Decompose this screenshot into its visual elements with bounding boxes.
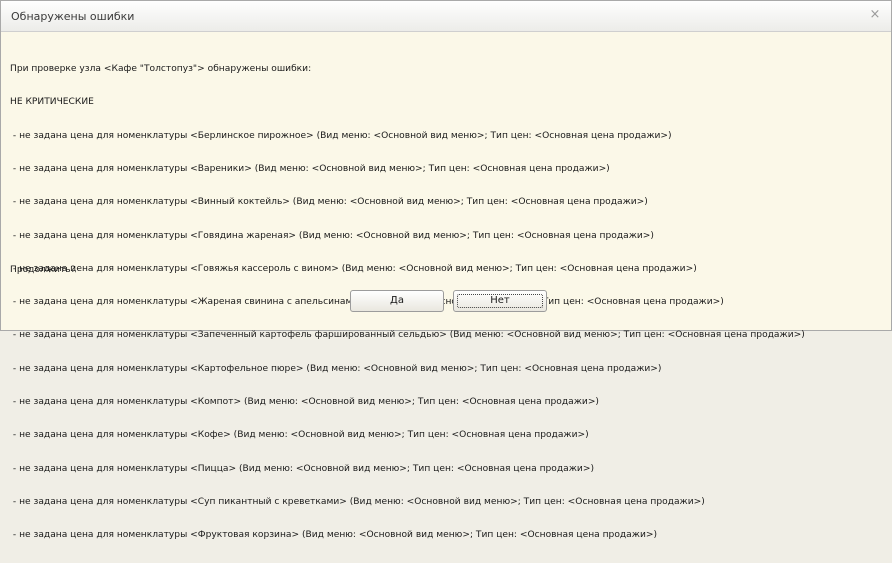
error-line: - не задана цена для номенклатуры <Кофе>… — [10, 430, 589, 441]
error-line: - не задана цена для номенклатуры <Жарен… — [12, 297, 724, 308]
close-icon[interactable]: × — [867, 7, 883, 23]
no-button-label: Нет — [490, 295, 510, 306]
error-line: - не задана цена для номенклатуры <Фрукт… — [10, 530, 658, 541]
error-dialog: Обнаружены ошибки × При проверке узла <К… — [0, 0, 892, 540]
dialog-titlebar[interactable]: Обнаружены ошибки × — [1, 1, 891, 32]
continue-question: Продолжить? — [10, 265, 76, 275]
error-line: - не задана цена для номенклатуры <Винны… — [10, 197, 648, 208]
yes-button[interactable]: Да — [350, 290, 444, 312]
error-category: НЕ КРИТИЧЕСКИЕ — [10, 97, 94, 108]
message-header: При проверке узла <Кафе "Толстопуз"> обн… — [10, 64, 312, 75]
error-line: - не задана цена для номенклатуры <Берли… — [10, 130, 672, 141]
dialog-title: Обнаружены ошибки — [11, 10, 135, 23]
error-line: - не задана цена для номенклатуры <Говяж… — [10, 263, 697, 274]
error-line: - не задана цена для номенклатуры <Компо… — [10, 397, 599, 407]
error-line: - не задана цена для номенклатуры <Карто… — [10, 363, 662, 374]
error-line: - не задана цена для номенклатуры <Запеч… — [10, 330, 805, 341]
no-button[interactable]: Нет — [453, 290, 547, 312]
dialog-content: При проверке узла <Кафе "Толстопуз"> обн… — [1, 32, 891, 540]
error-line: - не задана цена для номенклатуры <Говяд… — [10, 230, 654, 241]
error-message: При проверке узла <Кафе "Толстопуз"> обн… — [10, 42, 882, 563]
error-line: - не задана цена для номенклатуры <Суп п… — [10, 496, 705, 507]
yes-button-label: Да — [390, 295, 404, 306]
error-line: - не задана цена для номенклатуры <Варен… — [10, 164, 610, 175]
error-line: - не задана цена для номенклатуры <Пицца… — [10, 463, 594, 474]
